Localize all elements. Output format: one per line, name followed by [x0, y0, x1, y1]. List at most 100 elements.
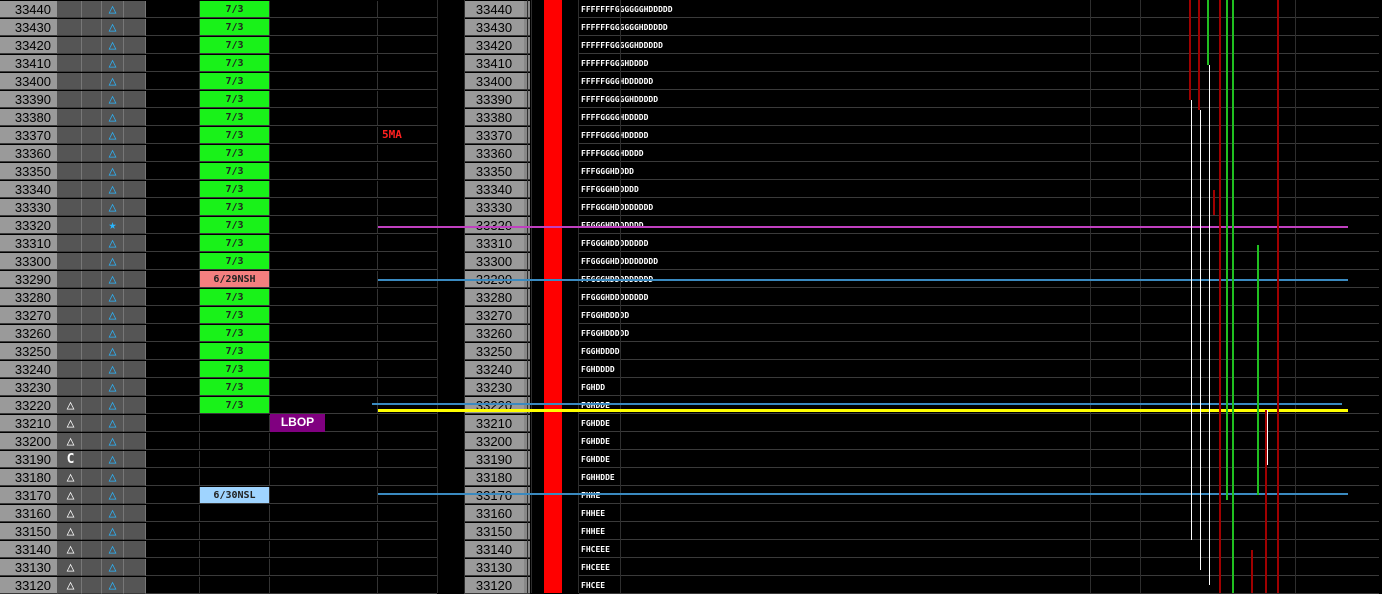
empty-cell [124, 163, 146, 180]
empty-cell [124, 343, 146, 360]
price-cell[interactable]: 33120 [0, 577, 58, 594]
price-cell-right[interactable]: 33120 [464, 577, 524, 594]
price-cell-right[interactable]: 33210 [464, 415, 524, 432]
price-cell[interactable]: 33230 [0, 379, 58, 396]
price-cell[interactable]: 33130 [0, 559, 58, 576]
range-marker-cell: 7/3 [200, 361, 269, 378]
price-cell[interactable]: 33250 [0, 343, 58, 360]
price-cell-right[interactable]: 33240 [464, 361, 524, 378]
price-cell-right[interactable]: 33130 [464, 559, 524, 576]
price-cell[interactable]: 33300 [0, 253, 58, 270]
empty-cell [82, 145, 102, 162]
price-cell-right[interactable]: 33400 [464, 73, 524, 90]
price-cell[interactable]: 33220 [0, 397, 58, 414]
range-marker-cell [200, 433, 269, 450]
empty-cell [146, 307, 200, 324]
price-cell[interactable]: 33210 [0, 415, 58, 432]
triangle-icon [60, 325, 82, 342]
price-cell-right[interactable]: 33190 [464, 451, 524, 468]
price-cell[interactable]: 33350 [0, 163, 58, 180]
price-cell[interactable]: 33270 [0, 307, 58, 324]
price-cell-right[interactable]: 33390 [464, 91, 524, 108]
price-cell[interactable]: 33400 [0, 73, 58, 90]
price-cell-right[interactable]: 33230 [464, 379, 524, 396]
price-cell-right[interactable]: 33410 [464, 55, 524, 72]
triangle-icon: △ [102, 145, 124, 162]
price-cell-right[interactable]: 33360 [464, 145, 524, 162]
range-marker-cell: 7/3 [200, 127, 269, 144]
range-marker-cell: 7/3 [200, 217, 269, 234]
price-cell-right[interactable]: 33200 [464, 433, 524, 450]
triangle-icon: △ [102, 1, 124, 18]
price-cell[interactable]: 33330 [0, 199, 58, 216]
price-cell[interactable]: 33420 [0, 37, 58, 54]
price-cell[interactable]: 33410 [0, 55, 58, 72]
price-cell[interactable]: 33260 [0, 325, 58, 342]
price-cell-right[interactable]: 33340 [464, 181, 524, 198]
triangle-icon: △ [102, 181, 124, 198]
price-cell[interactable]: 33290 [0, 271, 58, 288]
price-cell[interactable]: 33380 [0, 109, 58, 126]
empty-cell [82, 307, 102, 324]
red-bar-3 [1213, 190, 1215, 215]
price-cell-right[interactable]: 33180 [464, 469, 524, 486]
empty-cell [146, 361, 200, 378]
empty-cell [146, 541, 200, 558]
lbop-label[interactable]: LBOP [270, 414, 325, 432]
price-cell[interactable]: 33200 [0, 433, 58, 450]
price-cell[interactable]: 33150 [0, 523, 58, 540]
price-cell-right[interactable]: 33440 [464, 1, 524, 18]
red-volume-bar [544, 0, 562, 593]
price-cell-right[interactable]: 33160 [464, 505, 524, 522]
empty-cell [377, 19, 437, 36]
price-cell-right[interactable]: 33170 [464, 487, 524, 504]
price-cell[interactable]: 33170 [0, 487, 58, 504]
price-cell[interactable]: 33280 [0, 289, 58, 306]
empty-cell [269, 181, 377, 198]
grid-vline [1090, 0, 1091, 593]
price-cell[interactable]: 33310 [0, 235, 58, 252]
grid-vline [578, 0, 579, 593]
price-cell[interactable]: 33320 [0, 217, 58, 234]
price-cell-right[interactable]: 33310 [464, 235, 524, 252]
empty-cell [82, 397, 102, 414]
price-cell-right[interactable]: 33420 [464, 37, 524, 54]
price-cell-right[interactable]: 33350 [464, 163, 524, 180]
price-cell[interactable]: 33240 [0, 361, 58, 378]
price-cell-right[interactable]: 33140 [464, 541, 524, 558]
price-cell[interactable]: 33360 [0, 145, 58, 162]
triangle-icon: △ [102, 55, 124, 72]
price-cell-right[interactable]: 33300 [464, 253, 524, 270]
price-cell-right[interactable]: 33270 [464, 307, 524, 324]
price-cell[interactable]: 33430 [0, 19, 58, 36]
price-cell[interactable]: 33390 [0, 91, 58, 108]
price-cell[interactable]: 33190 [0, 451, 58, 468]
price-cell-right[interactable]: 33280 [464, 289, 524, 306]
triangle-icon: △ [60, 505, 82, 522]
price-cell[interactable]: 33160 [0, 505, 58, 522]
price-cell-right[interactable]: 33150 [464, 523, 524, 540]
price-cell-right[interactable]: 33430 [464, 19, 524, 36]
price-cell[interactable]: 33340 [0, 181, 58, 198]
range-marker-cell: 6/29NSH [200, 271, 269, 288]
price-cell[interactable]: 33370 [0, 127, 58, 144]
price-cell-right[interactable]: 33370 [464, 127, 524, 144]
price-cell[interactable]: 33180 [0, 469, 58, 486]
range-marker-cell: 7/3 [200, 235, 269, 252]
empty-cell [377, 145, 437, 162]
price-cell-right[interactable]: 33330 [464, 199, 524, 216]
triangle-icon [60, 109, 82, 126]
empty-cell [269, 307, 377, 324]
triangle-icon: △ [102, 361, 124, 378]
grid-vline [620, 0, 621, 593]
price-cell-right[interactable]: 33250 [464, 343, 524, 360]
price-cell[interactable]: 33440 [0, 1, 58, 18]
triangle-icon: △ [102, 127, 124, 144]
price-cell-right[interactable]: 33260 [464, 325, 524, 342]
empty-cell [82, 127, 102, 144]
empty-cell [146, 271, 200, 288]
price-cell-right[interactable]: 33380 [464, 109, 524, 126]
empty-cell [82, 433, 102, 450]
price-cell[interactable]: 33140 [0, 541, 58, 558]
range-marker-cell: 7/3 [200, 343, 269, 360]
